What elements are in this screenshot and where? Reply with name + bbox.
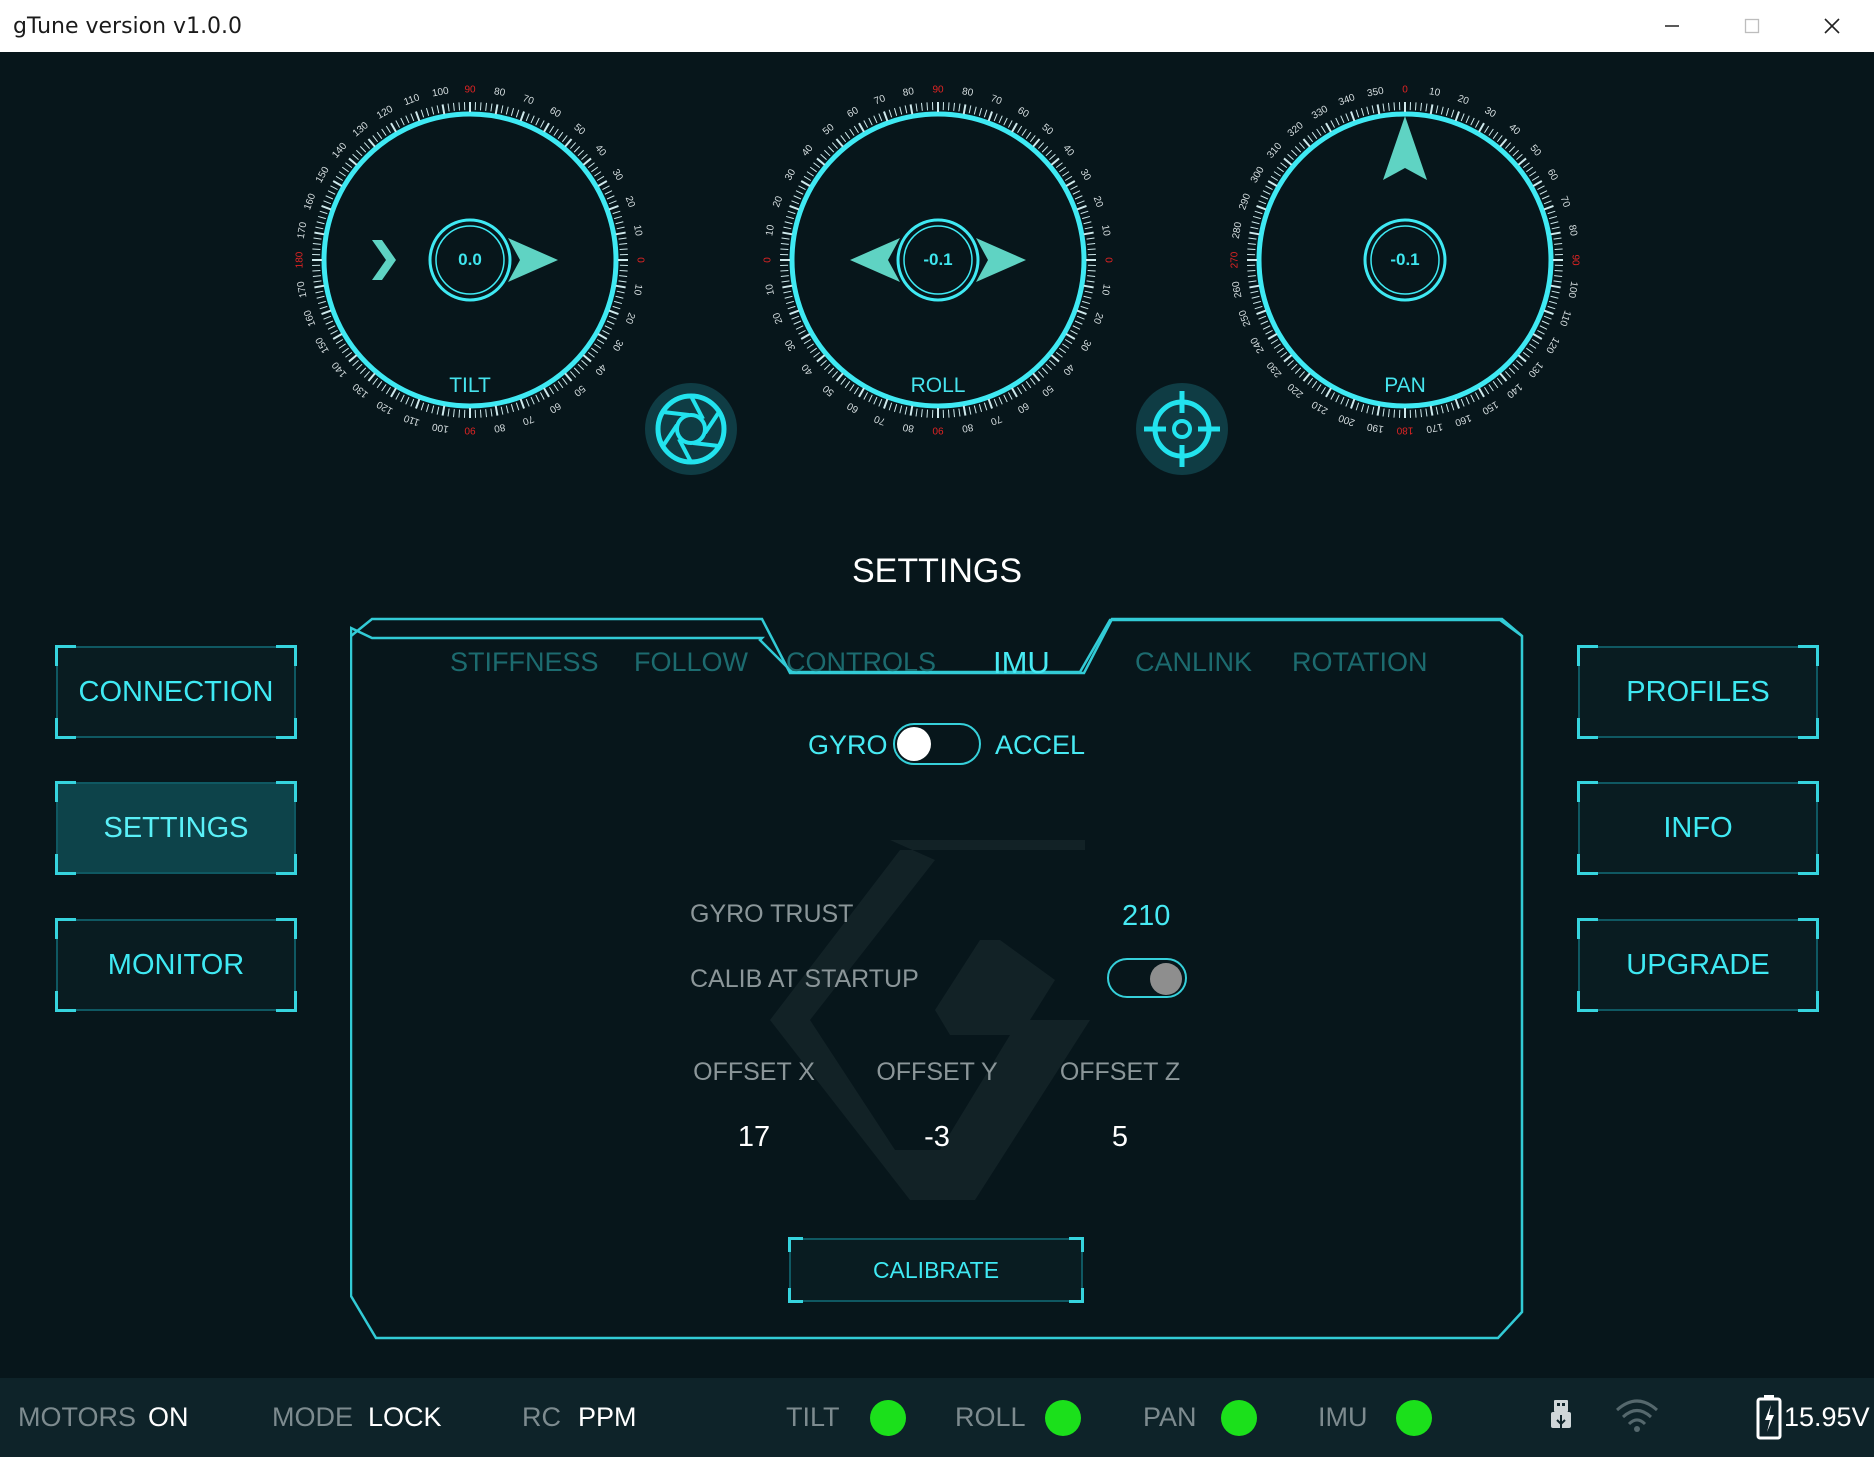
usb-icon <box>1551 1400 1571 1432</box>
toggle-knob <box>1150 963 1182 995</box>
roll-label: ROLL <box>910 374 966 397</box>
pan-status-led <box>1221 1400 1257 1436</box>
tilt-label: TILT <box>449 374 491 397</box>
pan-indicator-label: PAN <box>1143 1402 1197 1432</box>
tab-follow[interactable]: FOLLOW <box>634 647 748 678</box>
gyro-mode-label: GYRO <box>808 730 888 760</box>
motors-label: MOTORS <box>18 1402 137 1432</box>
maximize-icon <box>1744 18 1760 34</box>
title-bar: gTune version v1.0.0 <box>0 0 1874 53</box>
voltage-value: 15.95V <box>1784 1402 1870 1432</box>
upgrade-button-label: UPGRADE <box>1626 948 1770 981</box>
aperture-icon <box>655 393 727 465</box>
monitor-button[interactable]: MONITOR <box>55 918 297 1012</box>
camera-button[interactable] <box>645 383 737 475</box>
info-button-label: INFO <box>1663 811 1733 844</box>
minimize-button[interactable] <box>1632 0 1712 52</box>
connection-button-label: CONNECTION <box>78 675 274 708</box>
profiles-button-label: PROFILES <box>1626 675 1770 708</box>
info-button[interactable]: INFO <box>1577 781 1819 875</box>
tab-stiffness[interactable]: STIFFNESS <box>450 647 599 678</box>
gyro-trust-value[interactable]: 210 <box>1122 900 1170 933</box>
battery-icon <box>1756 1395 1782 1440</box>
settings-button[interactable]: SETTINGS <box>55 781 297 875</box>
rc-value: PPM <box>578 1402 637 1432</box>
rc-label: RC <box>522 1402 561 1432</box>
accel-mode-label: ACCEL <box>995 730 1086 760</box>
monitor-button-label: MONITOR <box>107 948 245 981</box>
offset-y-value[interactable]: -3 <box>857 1121 1017 1154</box>
close-icon <box>1824 18 1840 34</box>
gyro-trust-label: GYRO TRUST <box>690 900 854 928</box>
crosshair-icon <box>1144 391 1220 467</box>
maximize-button[interactable] <box>1712 0 1792 52</box>
tilt-dial: 90 80 70 60 50 40 30 20 10 0 10 20 30 40 50 60 70 80 90 100… <box>290 80 650 440</box>
tilt-status-led <box>870 1400 906 1436</box>
offset-y: OFFSET Y -3 <box>857 1058 1017 1154</box>
profiles-button[interactable]: PROFILES <box>1577 645 1819 739</box>
mode-value: LOCK <box>368 1402 442 1432</box>
motors-value: ON <box>148 1402 189 1432</box>
offset-y-label: OFFSET Y <box>876 1058 998 1086</box>
imu-status-led <box>1396 1400 1432 1436</box>
connection-button[interactable]: CONNECTION <box>55 645 297 739</box>
target-button[interactable] <box>1136 383 1228 475</box>
tilt-indicator-label: TILT <box>786 1402 840 1432</box>
tab-rotation[interactable]: ROTATION <box>1292 647 1428 678</box>
minimize-icon <box>1665 25 1679 27</box>
calib-at-startup-toggle[interactable] <box>1107 958 1187 998</box>
calibrate-button-label: CALIBRATE <box>872 1256 1000 1283</box>
pan-dial: 0 10 20 30 40 50 60 70 80 90 100 110 120 130 140 150 160… <box>1225 80 1585 440</box>
offset-x-value[interactable]: 17 <box>674 1121 834 1154</box>
offset-z-value[interactable]: 5 <box>1040 1121 1200 1154</box>
close-button[interactable] <box>1792 0 1872 52</box>
tab-canlink[interactable]: CANLINK <box>1135 647 1252 678</box>
wifi-icon <box>1615 1399 1659 1432</box>
mode-label: MODE <box>272 1402 353 1432</box>
offset-x: OFFSET X 17 <box>674 1058 834 1154</box>
imu-indicator-label: IMU <box>1318 1402 1368 1432</box>
offset-z: OFFSET Z 5 <box>1040 1058 1200 1154</box>
tab-imu[interactable]: IMU <box>993 645 1050 681</box>
offset-z-label: OFFSET Z <box>1059 1058 1181 1086</box>
settings-button-label: SETTINGS <box>103 811 249 844</box>
status-bar: MOTORS ON MODE LOCK RC PPM TILT ROLL PAN… <box>0 1378 1874 1457</box>
roll-status-led <box>1045 1400 1081 1436</box>
tab-controls[interactable]: CONTROLS <box>786 647 936 678</box>
roll-dial: 90 80 70 60 50 40 30 20 10 0 10 20 30 40 50 60 70 80 90 80 7… <box>758 80 1118 440</box>
calibrate-button[interactable]: CALIBRATE <box>788 1237 1084 1303</box>
gyro-accel-toggle[interactable] <box>893 723 981 765</box>
app-title: gTune version v1.0.0 <box>13 14 243 39</box>
upgrade-button[interactable]: UPGRADE <box>1577 918 1819 1012</box>
toggle-knob <box>897 727 931 761</box>
offset-x-label: OFFSET X <box>693 1058 815 1086</box>
pan-label: PAN <box>1384 374 1426 397</box>
calib-at-startup-label: CALIB AT STARTUP <box>690 965 919 993</box>
roll-indicator-label: ROLL <box>955 1402 1026 1432</box>
